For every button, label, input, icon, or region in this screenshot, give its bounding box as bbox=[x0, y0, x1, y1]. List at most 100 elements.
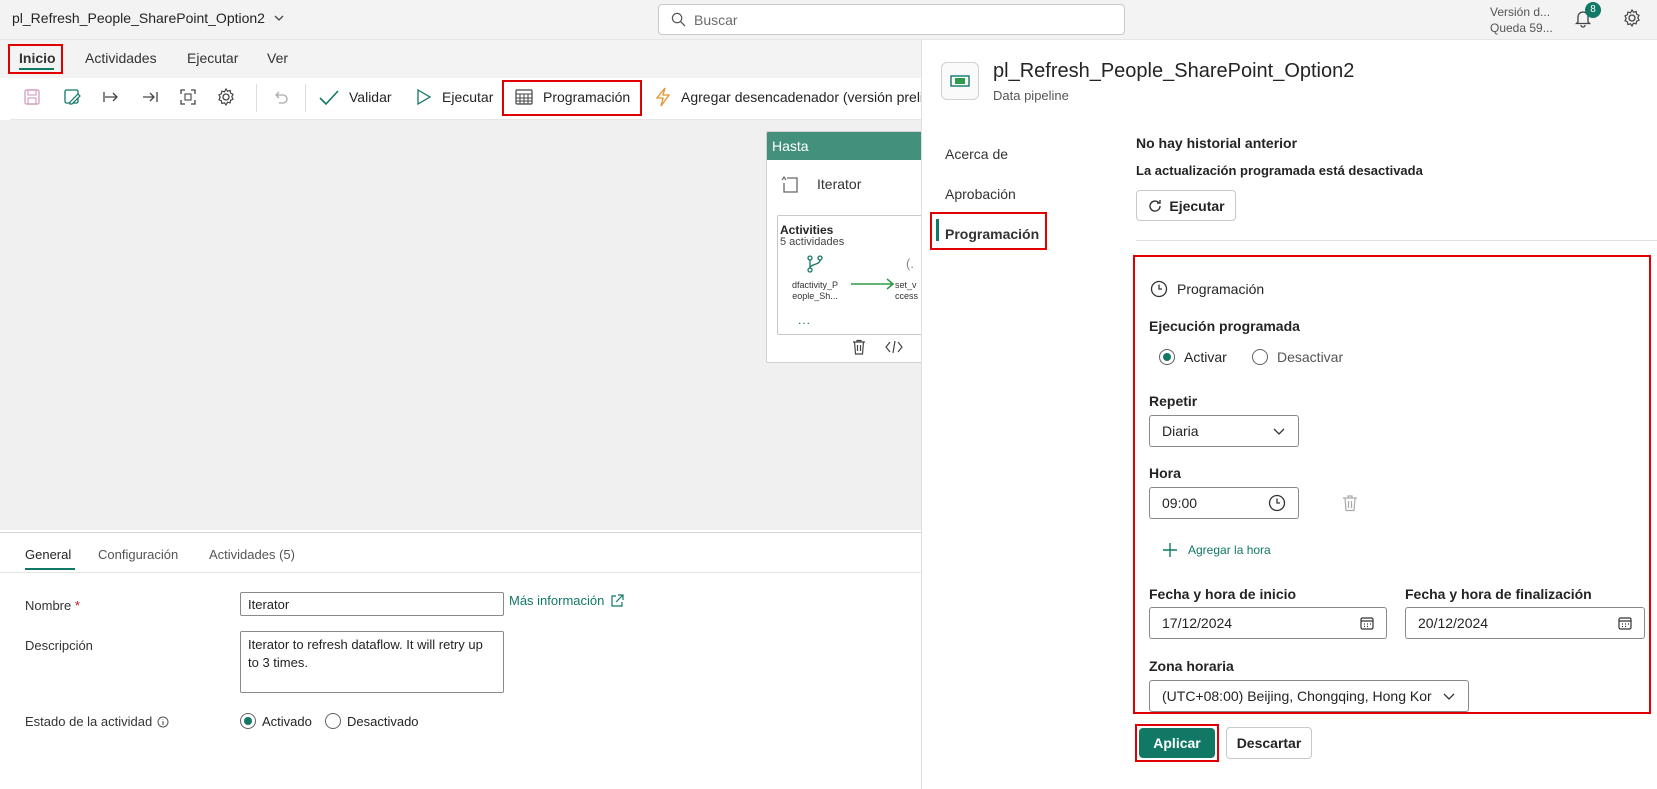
connector-arrow bbox=[850, 278, 896, 290]
activities-container[interactable]: Activities 5 actividades dfactivity_P eo… bbox=[777, 215, 925, 335]
nav-about[interactable]: Acerca de bbox=[945, 146, 1008, 162]
bottom-tab-divider bbox=[0, 572, 921, 573]
name-input[interactable]: Iterator bbox=[240, 592, 504, 616]
schedule-heading-label: Programación bbox=[1177, 281, 1265, 297]
discard-button[interactable]: Descartar bbox=[1226, 727, 1312, 759]
disable-radio[interactable]: Desactivar bbox=[1252, 349, 1343, 365]
tab-actividades-count[interactable]: Actividades (5) bbox=[209, 547, 295, 562]
radio-enable bbox=[1159, 349, 1175, 365]
delete-time-button[interactable] bbox=[1341, 494, 1359, 512]
nav-approval[interactable]: Aprobación bbox=[945, 186, 1016, 202]
save-as-button[interactable] bbox=[62, 87, 82, 107]
validate-button[interactable]: Validar bbox=[318, 87, 392, 107]
nav-active-indicator bbox=[936, 219, 939, 241]
lightning-icon bbox=[654, 87, 672, 107]
play-icon bbox=[415, 87, 433, 107]
nav-schedule[interactable]: Programación bbox=[945, 226, 1039, 242]
search-input[interactable]: Buscar bbox=[658, 4, 1125, 35]
tab-ver[interactable]: Ver bbox=[267, 50, 288, 66]
more-dots[interactable]: ... bbox=[798, 313, 811, 327]
move-end-button[interactable] bbox=[140, 87, 160, 107]
enable-label: Activar bbox=[1184, 349, 1227, 365]
no-history-text: No hay historial anterior bbox=[1136, 135, 1298, 151]
more-info-label: Más información bbox=[509, 593, 605, 608]
toolbar-divider bbox=[256, 84, 257, 112]
schedule-button[interactable]: Programación bbox=[514, 87, 630, 107]
repeat-dropdown[interactable]: Diaria bbox=[1149, 415, 1299, 447]
checkmark-icon bbox=[318, 87, 340, 107]
activity-set-variable[interactable]: set_v ccess bbox=[895, 280, 918, 302]
refresh-off-text: La actualización programada está desacti… bbox=[1136, 163, 1423, 178]
save-button[interactable] bbox=[22, 87, 42, 107]
calendar-icon[interactable] bbox=[1618, 616, 1632, 630]
validate-label: Validar bbox=[349, 89, 392, 105]
loop-icon bbox=[781, 174, 801, 194]
add-time-button[interactable]: Agregar la hora bbox=[1162, 542, 1271, 558]
clock-icon[interactable] bbox=[1268, 494, 1286, 512]
description-label: Descripción bbox=[25, 638, 93, 653]
calendar-icon[interactable] bbox=[1360, 616, 1374, 630]
apply-button[interactable]: Aplicar bbox=[1139, 728, 1215, 758]
tab-ejecutar[interactable]: Ejecutar bbox=[187, 50, 238, 66]
activity-2-line-2: ccess bbox=[895, 291, 919, 301]
state-off-label: Desactivado bbox=[347, 713, 419, 729]
toolbar-divider bbox=[305, 84, 306, 112]
clock-icon bbox=[1150, 280, 1168, 298]
search-placeholder: Buscar bbox=[694, 11, 738, 28]
notifications-button[interactable]: 8 bbox=[1573, 2, 1601, 28]
fit-view-button[interactable] bbox=[178, 87, 198, 107]
add-time-label: Agregar la hora bbox=[1188, 543, 1271, 557]
start-date-input[interactable]: 17/12/2024 bbox=[1149, 607, 1387, 639]
until-activity-card[interactable]: Hasta Iterator Activities 5 actividades … bbox=[766, 131, 926, 363]
calendar-icon bbox=[514, 87, 534, 107]
activity-dataflow[interactable]: dfactivity_P eople_Sh... bbox=[790, 280, 840, 302]
gear-icon bbox=[216, 87, 236, 107]
code-view-button[interactable] bbox=[885, 339, 903, 355]
tab-inicio[interactable]: Inicio bbox=[19, 50, 56, 66]
activity-state-label: Estado de la actividad bbox=[25, 714, 169, 729]
settings-button[interactable] bbox=[1622, 8, 1642, 28]
radio-activated bbox=[240, 713, 256, 729]
pipeline-title-dropdown[interactable]: pl_Refresh_People_SharePoint_Option2 bbox=[12, 10, 285, 26]
chevron-down-icon bbox=[1272, 424, 1286, 438]
panel-divider bbox=[1136, 240, 1657, 241]
add-trigger-button[interactable]: Agregar desencadenador (versión preli bbox=[654, 87, 923, 107]
state-deactivated-radio[interactable]: Desactivado bbox=[325, 713, 419, 729]
panel-title: pl_Refresh_People_SharePoint_Option2 bbox=[993, 60, 1355, 82]
time-input[interactable]: 09:00 bbox=[1149, 487, 1299, 519]
activity-2-line-1: set_v bbox=[895, 280, 917, 290]
panel-run-button[interactable]: Ejecutar bbox=[1136, 190, 1236, 221]
required-mark: * bbox=[74, 598, 80, 613]
run-button[interactable]: Ejecutar bbox=[415, 87, 493, 107]
move-right-button[interactable] bbox=[101, 87, 121, 107]
state-activated-radio[interactable]: Activado bbox=[240, 713, 312, 729]
info-icon bbox=[157, 716, 169, 728]
chevron-down-icon bbox=[1442, 689, 1456, 703]
time-label: Hora bbox=[1149, 465, 1181, 481]
delete-activity-button[interactable] bbox=[851, 339, 867, 355]
version-info[interactable]: Versión d... Queda 59... bbox=[1490, 4, 1553, 36]
enable-radio[interactable]: Activar bbox=[1159, 349, 1227, 365]
undo-button[interactable] bbox=[270, 87, 290, 107]
tab-configuracion[interactable]: Configuración bbox=[98, 547, 178, 562]
radio-deactivated bbox=[325, 713, 341, 729]
refresh-icon bbox=[1147, 198, 1163, 214]
start-value: 17/12/2024 bbox=[1162, 615, 1233, 631]
tab-active-indicator bbox=[19, 68, 54, 70]
undo-icon bbox=[270, 87, 290, 107]
activities-title: Activities bbox=[780, 223, 834, 237]
timezone-dropdown[interactable]: (UTC+08:00) Beijing, Chongqing, Hong Kor bbox=[1149, 680, 1469, 712]
more-info-link[interactable]: Más información bbox=[509, 593, 624, 608]
iterator-label: Iterator bbox=[817, 176, 862, 192]
description-textarea[interactable]: Iterator to refresh dataflow. It will re… bbox=[240, 631, 504, 693]
gear-icon bbox=[1622, 8, 1642, 28]
fit-icon bbox=[178, 87, 198, 107]
settings-toolbar-button[interactable] bbox=[216, 87, 236, 107]
save-edit-icon bbox=[62, 87, 82, 107]
tab-actividades[interactable]: Actividades bbox=[85, 50, 157, 66]
timezone-label: Zona horaria bbox=[1149, 658, 1234, 674]
end-date-input[interactable]: 20/12/2024 bbox=[1405, 607, 1645, 639]
chevron-down-icon bbox=[273, 12, 285, 24]
tab-general[interactable]: General bbox=[25, 547, 71, 562]
schedule-section-heading: Programación bbox=[1150, 280, 1264, 298]
